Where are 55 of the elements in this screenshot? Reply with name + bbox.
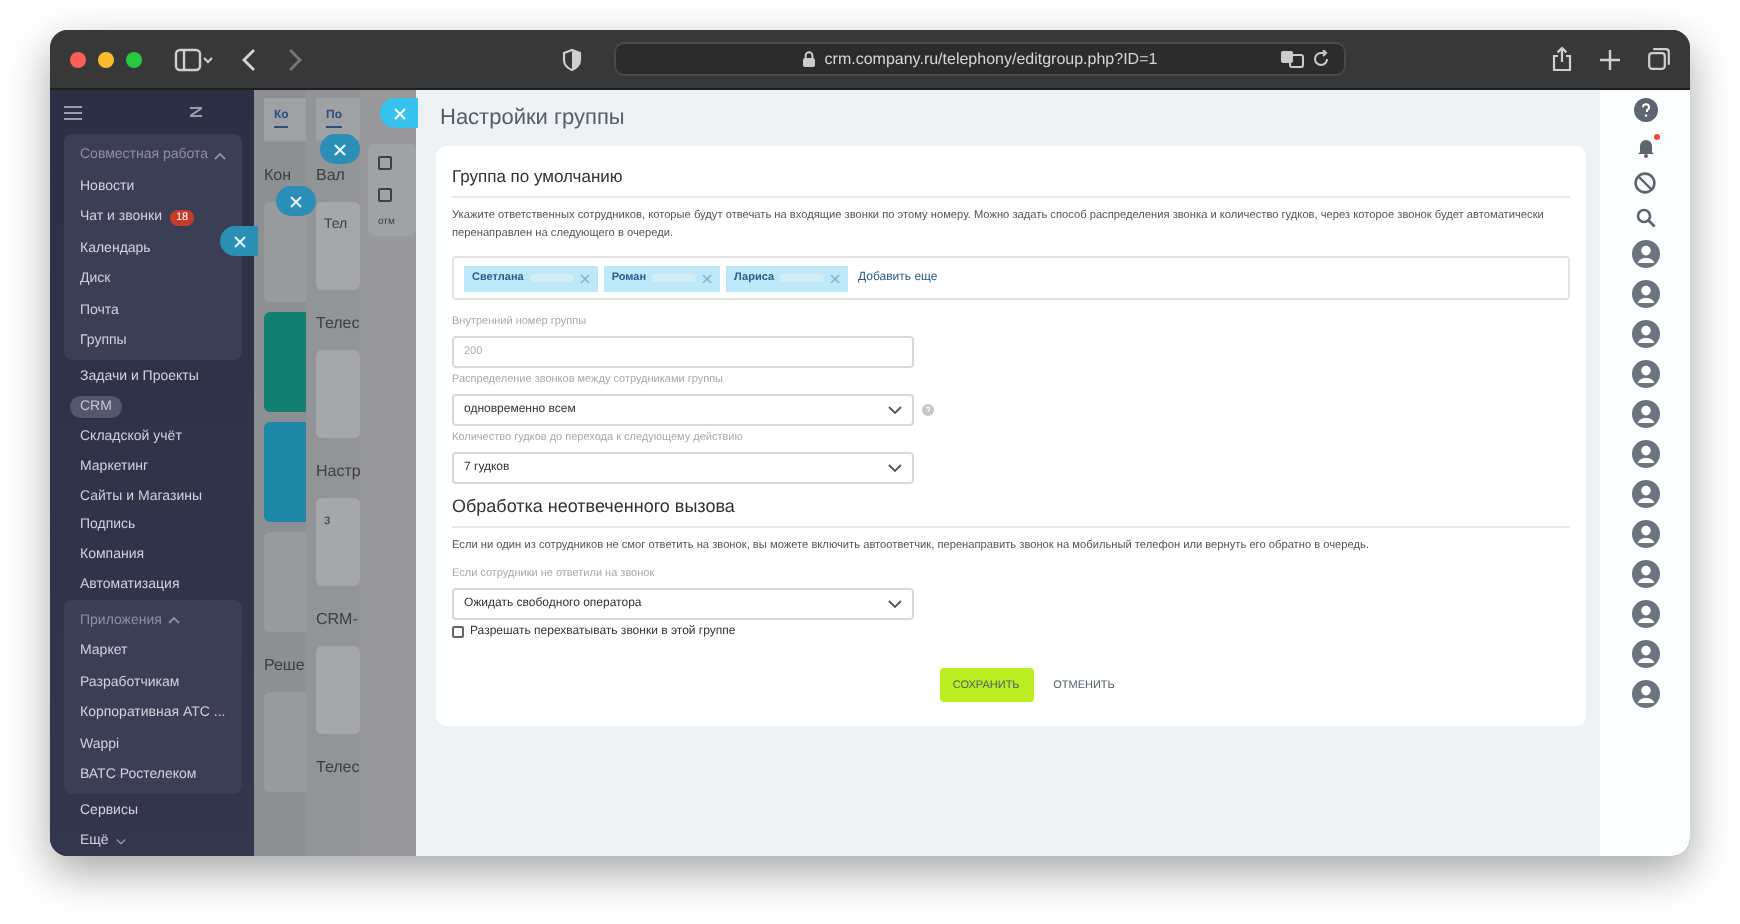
avatar-icon[interactable] [1631,360,1659,388]
bell-icon[interactable] [1635,136,1655,158]
panel-heading: Телес [316,314,360,332]
avatar-icon[interactable] [1631,560,1659,588]
chevron-down-icon [888,464,902,472]
search-icon[interactable] [1635,208,1655,228]
close-button[interactable] [220,226,258,256]
avatar-icon[interactable] [1631,600,1659,628]
reload-icon[interactable] [1312,50,1330,68]
panel-heading: Реше [264,656,305,674]
menu-icon[interactable] [64,105,82,120]
checkbox[interactable] [378,187,392,201]
avatar-icon[interactable] [1631,520,1659,548]
minimize-window-button[interactable] [98,51,114,67]
panel-heading: Телес [316,758,360,776]
lock-icon [802,50,817,68]
close-icon [233,235,245,247]
close-icon [393,107,405,119]
close-icon [290,195,302,207]
close-window-button[interactable] [70,51,86,67]
avatar-icon[interactable] [1631,680,1659,708]
sidebar-toggle-icon[interactable] [174,47,214,71]
avatar-icon[interactable] [1631,640,1659,668]
help-icon[interactable] [1633,98,1657,122]
panel-heading: CRM- [316,610,358,628]
chevron-down-icon [888,406,902,414]
avatar-icon[interactable] [1631,440,1659,468]
page-title: Настройки группы [438,104,627,134]
panel-heading: Настр [316,462,361,480]
address-bar[interactable]: crm.company.ru/telephony/editgroup.php?ID=1 [614,42,1346,76]
avatar-icon[interactable] [1631,320,1659,348]
translate-icon[interactable] [1280,50,1304,68]
plus-icon[interactable] [1600,49,1620,69]
back-icon[interactable] [242,47,258,71]
section-heading: Обработка неотвеченного вызова [452,496,737,516]
share-icon[interactable] [1552,46,1572,72]
section-heading: Группа по умолчанию [452,166,625,186]
url-text: crm.company.ru/telephony/editgroup.php?ID=1 [824,50,1158,68]
checkbox[interactable] [378,155,392,169]
avatar-icon[interactable] [1631,240,1659,268]
forward-icon[interactable] [286,47,302,71]
chevron-down-icon [888,600,902,608]
zoom-window-button[interactable] [126,51,142,67]
avatar-icon[interactable] [1631,480,1659,508]
panel-heading: Вал [316,166,345,184]
caret-icon [214,151,227,160]
avatar-icon[interactable] [1631,400,1659,428]
shield-icon[interactable] [562,47,582,71]
checkbox[interactable] [452,626,464,638]
blocked-circle-icon[interactable] [1634,172,1656,194]
caret-icon [167,616,180,625]
tabs-overview-icon[interactable] [1648,48,1670,70]
avatar-icon[interactable] [1631,280,1659,308]
panel-heading: Кон [264,166,292,184]
close-icon [334,143,346,155]
